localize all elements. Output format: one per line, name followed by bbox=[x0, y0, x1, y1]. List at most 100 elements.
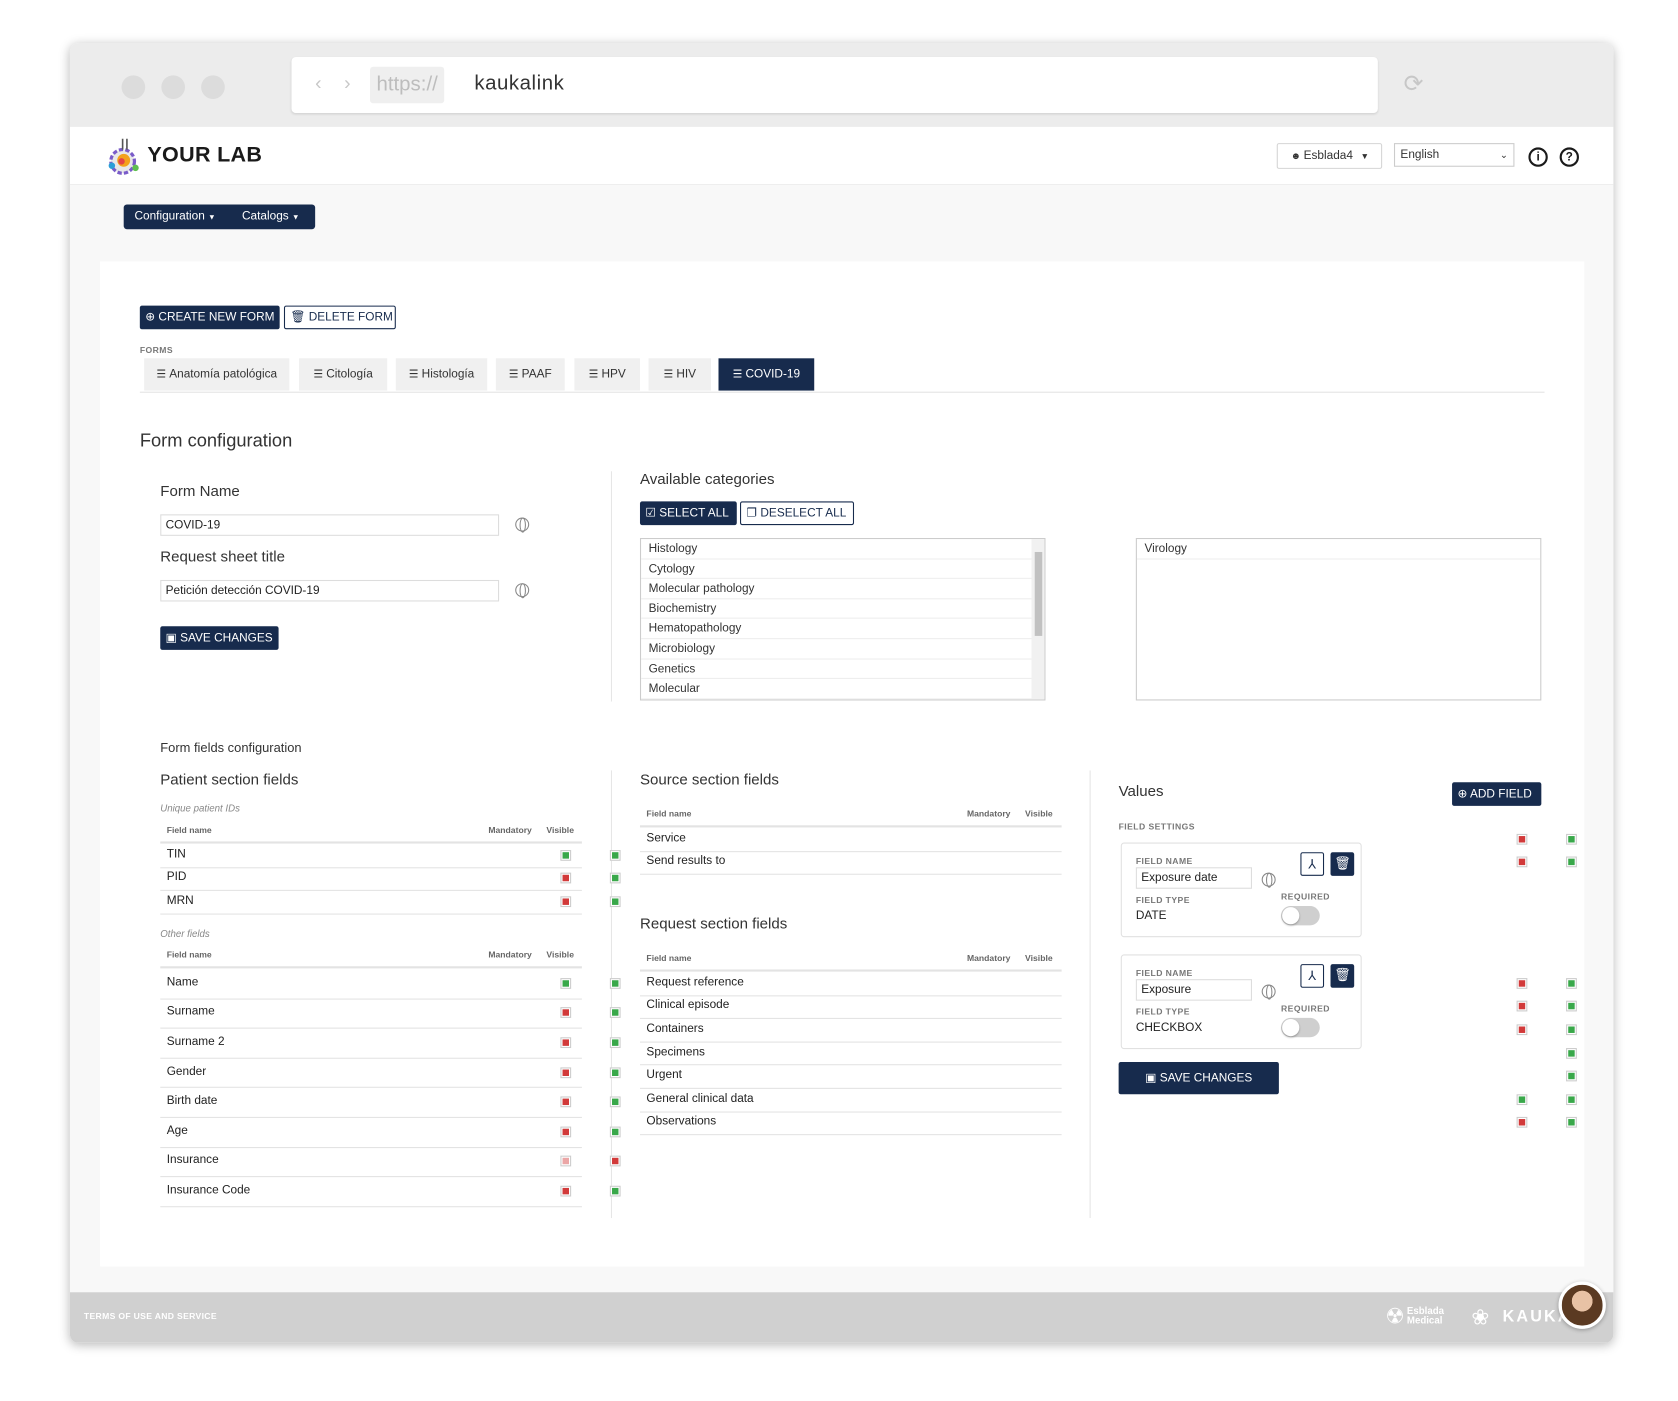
mandatory-checkbox[interactable] bbox=[560, 1156, 572, 1167]
mandatory-checkbox[interactable] bbox=[560, 849, 572, 861]
list-item[interactable]: Genetics bbox=[641, 659, 1045, 680]
visible-checkbox[interactable] bbox=[609, 873, 621, 884]
visible-checkbox[interactable] bbox=[609, 849, 621, 861]
reload-icon[interactable]: ⟳ bbox=[1404, 70, 1424, 98]
form-name-input[interactable]: COVID-19 bbox=[160, 514, 500, 536]
list-item[interactable]: Cytology bbox=[641, 559, 1045, 580]
user-menu-button[interactable]: ☻ Esblada4 ▼ bbox=[1276, 143, 1383, 169]
field-type-icon-button[interactable]: ⅄ bbox=[1300, 852, 1325, 876]
visible-checkbox[interactable] bbox=[1566, 1001, 1577, 1012]
visible-checkbox[interactable] bbox=[609, 977, 621, 989]
save-values-button[interactable]: ▣ SAVE CHANGES bbox=[1118, 1062, 1279, 1095]
mandatory-checkbox[interactable] bbox=[1516, 1117, 1528, 1129]
create-form-button[interactable]: ⊕ CREATE NEW FORM bbox=[139, 305, 280, 330]
mandatory-checkbox[interactable] bbox=[560, 1126, 572, 1138]
list-scrollbar[interactable] bbox=[1031, 539, 1045, 700]
mandatory-checkbox[interactable] bbox=[1516, 1094, 1528, 1105]
visible-checkbox[interactable] bbox=[1566, 833, 1577, 845]
list-item[interactable]: Molecular bbox=[641, 679, 1045, 700]
globe-icon[interactable] bbox=[1261, 984, 1276, 1000]
required-toggle[interactable] bbox=[1281, 1017, 1320, 1038]
visible-checkbox[interactable] bbox=[1566, 1094, 1577, 1105]
mandatory-checkbox[interactable] bbox=[560, 1066, 572, 1078]
kauka-logo-icon: ❀ bbox=[1471, 1306, 1490, 1330]
fields-config-title: Form fields configuration bbox=[160, 740, 302, 756]
mandatory-checkbox[interactable] bbox=[560, 1007, 572, 1019]
select-all-button[interactable]: ☑ SELECT ALL bbox=[639, 501, 737, 526]
tab-anatomia[interactable]: ☰ Anatomía patológica bbox=[144, 358, 290, 391]
column-divider bbox=[1089, 770, 1091, 1219]
mandatory-checkbox[interactable] bbox=[1516, 833, 1528, 845]
address-bar[interactable]: ‹ › https:// kaukalink bbox=[291, 57, 1378, 113]
tab-paaf[interactable]: ☰ PAAF bbox=[495, 358, 565, 391]
window-maximize-dot[interactable] bbox=[201, 75, 225, 99]
visible-checkbox[interactable] bbox=[609, 1007, 621, 1019]
mandatory-checkbox[interactable] bbox=[1516, 1024, 1528, 1036]
support-avatar[interactable] bbox=[1558, 1281, 1606, 1329]
visible-checkbox[interactable] bbox=[1566, 1047, 1577, 1059]
visible-checkbox[interactable] bbox=[1566, 1070, 1577, 1082]
list-item[interactable]: Virology bbox=[1136, 539, 1541, 560]
terms-link[interactable]: TERMS OF USE AND SERVICE bbox=[84, 1312, 217, 1322]
mandatory-checkbox[interactable] bbox=[1516, 856, 1528, 868]
required-toggle[interactable] bbox=[1281, 905, 1320, 926]
visible-checkbox[interactable] bbox=[609, 1037, 621, 1049]
value-field-name-input[interactable]: Exposure bbox=[1135, 979, 1252, 1001]
window-minimize-dot[interactable] bbox=[161, 75, 186, 99]
delete-field-button[interactable]: 🗑 bbox=[1330, 852, 1355, 876]
mandatory-checkbox[interactable] bbox=[560, 977, 572, 989]
mandatory-checkbox[interactable] bbox=[560, 873, 572, 884]
url-text[interactable]: kaukalink bbox=[474, 72, 564, 96]
list-icon: ☰ bbox=[588, 369, 599, 381]
save-form-button[interactable]: ▣ SAVE CHANGES bbox=[160, 626, 279, 650]
visible-checkbox[interactable] bbox=[609, 1185, 621, 1197]
globe-icon[interactable] bbox=[515, 517, 530, 533]
tab-covid19[interactable]: ☰ COVID-19 bbox=[718, 358, 815, 391]
list-item[interactable]: Hematopathology bbox=[641, 619, 1045, 640]
mandatory-checkbox[interactable] bbox=[560, 1185, 572, 1197]
globe-icon[interactable] bbox=[515, 583, 530, 599]
visible-checkbox[interactable] bbox=[609, 1096, 621, 1108]
list-item[interactable]: Microbiology bbox=[641, 639, 1045, 660]
globe-icon[interactable] bbox=[1261, 872, 1276, 888]
scrollbar-thumb[interactable] bbox=[1034, 551, 1043, 636]
other-fields-label: Other fields bbox=[160, 928, 210, 940]
delete-form-button[interactable]: 🗑 DELETE FORM bbox=[283, 305, 396, 330]
language-select[interactable]: English ⌄ bbox=[1393, 143, 1515, 167]
visible-checkbox[interactable] bbox=[609, 1156, 621, 1167]
tab-hpv[interactable]: ☰ HPV bbox=[574, 358, 640, 391]
field-type-icon-button[interactable]: ⅄ bbox=[1300, 964, 1325, 988]
list-item[interactable]: Molecular pathology bbox=[641, 579, 1045, 600]
visible-checkbox[interactable] bbox=[1566, 1024, 1577, 1036]
value-field-name-input[interactable]: Exposure date bbox=[1135, 867, 1252, 889]
visible-checkbox[interactable] bbox=[1566, 977, 1577, 989]
tab-hiv[interactable]: ☰ HIV bbox=[648, 358, 711, 391]
help-icon[interactable]: ? bbox=[1559, 147, 1579, 167]
selected-categories-list[interactable]: Virology bbox=[1135, 538, 1542, 701]
menu-configuration[interactable]: Configuration ▼ bbox=[134, 210, 215, 223]
request-title-input[interactable]: Petición detección COVID-19 bbox=[160, 579, 500, 602]
info-icon[interactable]: i bbox=[1528, 147, 1548, 167]
delete-field-button[interactable]: 🗑 bbox=[1330, 964, 1355, 988]
visible-checkbox[interactable] bbox=[609, 1126, 621, 1138]
visible-checkbox[interactable] bbox=[1566, 1117, 1577, 1129]
list-item[interactable]: Histology bbox=[641, 539, 1045, 560]
back-forward-icon[interactable]: ‹ › bbox=[315, 72, 359, 95]
tab-histologia[interactable]: ☰ Histología bbox=[395, 358, 488, 391]
visible-checkbox[interactable] bbox=[1566, 856, 1577, 868]
list-icon: ☰ bbox=[508, 369, 519, 381]
mandatory-checkbox[interactable] bbox=[1516, 977, 1528, 989]
visible-checkbox[interactable] bbox=[609, 896, 621, 908]
mandatory-checkbox[interactable] bbox=[560, 1096, 572, 1108]
list-item[interactable]: Biochemistry bbox=[641, 599, 1045, 620]
mandatory-checkbox[interactable] bbox=[1516, 1001, 1528, 1012]
add-field-button[interactable]: ⊕ ADD FIELD bbox=[1452, 782, 1542, 806]
window-close-dot[interactable] bbox=[121, 75, 146, 99]
tab-citologia[interactable]: ☰ Citología bbox=[299, 358, 388, 391]
mandatory-checkbox[interactable] bbox=[560, 1037, 572, 1049]
deselect-all-button[interactable]: ❐ DESELECT ALL bbox=[740, 501, 855, 526]
menu-catalogs[interactable]: Catalogs ▼ bbox=[242, 210, 299, 223]
visible-checkbox[interactable] bbox=[609, 1066, 621, 1078]
available-categories-list[interactable]: Histology Cytology Molecular pathology B… bbox=[639, 538, 1046, 701]
mandatory-checkbox[interactable] bbox=[560, 896, 572, 908]
